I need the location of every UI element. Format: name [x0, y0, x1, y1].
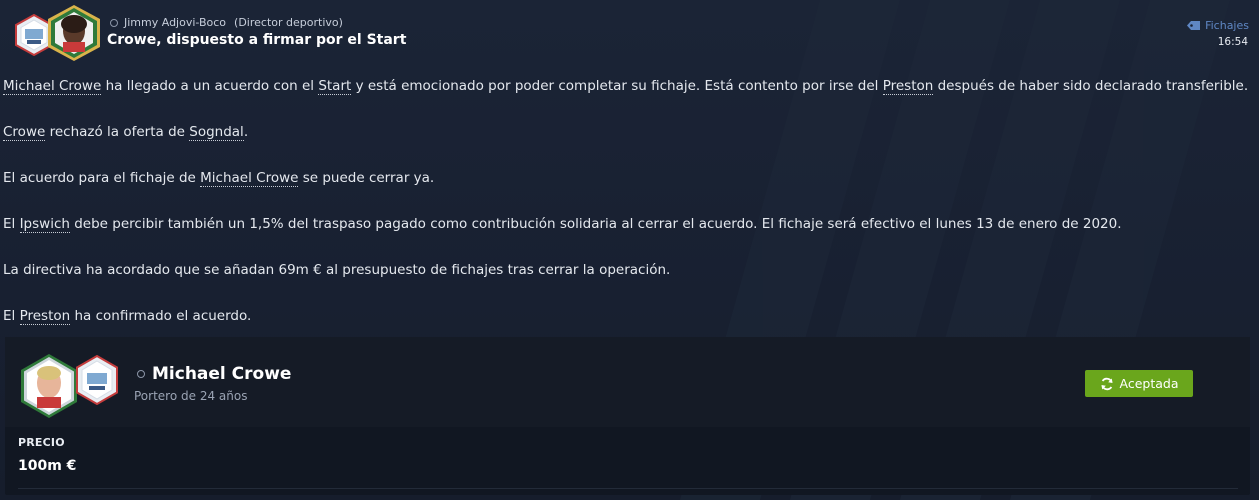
accepted-status-button[interactable]: Aceptada — [1085, 370, 1193, 397]
paragraph: El Ipswich debe percibir también un 1,5%… — [3, 214, 1253, 260]
message-header: Jimmy Adjovi-Boco (Director deportivo) C… — [0, 0, 1259, 66]
text: ha llegado a un acuerdo con el — [101, 78, 319, 94]
player-avatar-icon[interactable] — [18, 353, 80, 419]
text: se puede cerrar ya. — [298, 170, 435, 186]
refresh-icon — [1101, 377, 1112, 390]
accepted-status-label: Aceptada — [1119, 376, 1179, 391]
message-time: 16:54 — [1217, 36, 1248, 48]
category-label: Fichajes — [1205, 19, 1249, 32]
paragraph: El acuerdo para el fichaje de Michael Cr… — [3, 168, 1253, 214]
player-link[interactable]: Michael Crowe — [200, 170, 299, 187]
category-link[interactable]: Fichajes — [1187, 19, 1249, 32]
player-club-badge-icon[interactable] — [75, 355, 119, 405]
message-view: Jimmy Adjovi-Boco (Director deportivo) C… — [0, 0, 1259, 500]
sender-avatar-icon[interactable] — [45, 4, 103, 62]
player-description: Portero de 24 años — [134, 389, 248, 403]
message-body: Michael Crowe ha llegado a un acuerdo co… — [3, 76, 1253, 352]
player-name[interactable]: Michael Crowe — [152, 364, 291, 384]
text: La directiva ha acordado que se añadan 6… — [3, 262, 671, 278]
player-link[interactable]: Crowe — [3, 124, 46, 141]
text: debe percibir también un 1,5% del traspa… — [69, 216, 1122, 232]
player-name-row: Michael Crowe — [137, 364, 291, 384]
paragraph: Crowe rechazó la oferta de Sogndal. — [3, 122, 1253, 168]
price-label: PRECIO — [18, 436, 65, 449]
club-link[interactable]: Preston — [882, 78, 934, 95]
text: después de haber sido declarado transfer… — [933, 78, 1249, 94]
club-link[interactable]: Start — [318, 78, 352, 95]
text: ha confirmado el acuerdo. — [70, 308, 252, 324]
text: El acuerdo para el fichaje de — [3, 170, 201, 186]
text: El — [3, 216, 20, 232]
paragraph: Michael Crowe ha llegado a un acuerdo co… — [3, 76, 1253, 122]
club-link[interactable]: Sogndal — [189, 124, 244, 141]
paragraph: La directiva ha acordado que se añadan 6… — [3, 260, 1253, 306]
text: El — [3, 308, 20, 324]
text: . — [243, 124, 249, 140]
club-link[interactable]: Preston — [19, 308, 71, 325]
text: y está emocionado por poder completar su… — [351, 78, 883, 94]
divider — [18, 488, 1238, 489]
person-icon — [110, 18, 118, 27]
person-icon — [137, 370, 145, 378]
tag-icon — [1187, 21, 1201, 30]
sender-line: Jimmy Adjovi-Boco (Director deportivo) — [110, 16, 343, 29]
sender-name[interactable]: Jimmy Adjovi-Boco — [124, 16, 226, 29]
text: rechazó la oferta de — [45, 124, 190, 140]
message-subject: Crowe, dispuesto a firmar por el Start — [107, 32, 407, 48]
sender-role: (Director deportivo) — [234, 16, 343, 29]
player-card: Michael Crowe Portero de 24 años Aceptad… — [5, 337, 1250, 495]
player-link[interactable]: Michael Crowe — [3, 78, 102, 95]
price-value: 100m € — [18, 458, 77, 474]
club-link[interactable]: Ipswich — [19, 216, 70, 233]
